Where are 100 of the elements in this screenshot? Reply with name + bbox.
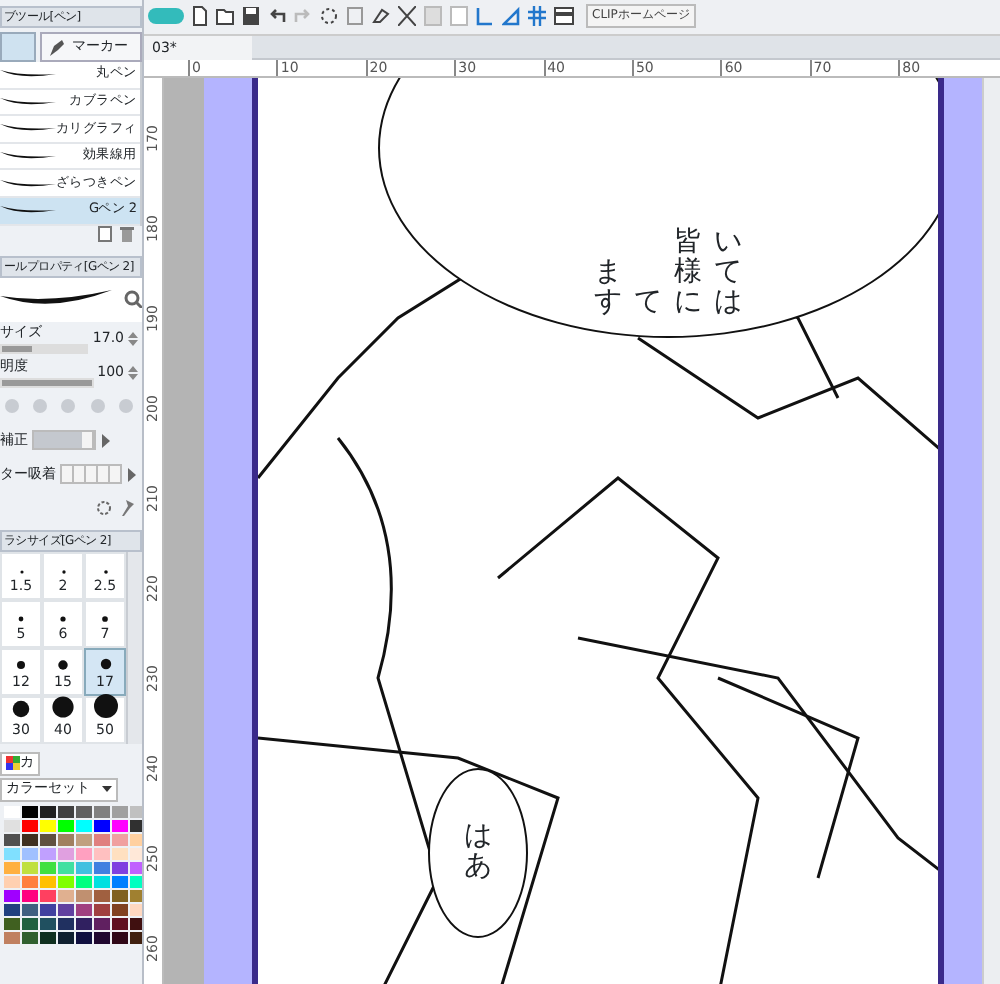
color-swatch[interactable]: [4, 917, 20, 930]
color-swatch[interactable]: [130, 875, 142, 888]
color-swatch[interactable]: [4, 805, 20, 818]
trash-icon: [120, 225, 134, 242]
color-swatch[interactable]: [76, 889, 92, 902]
panel-tab[interactable]: [0, 32, 36, 62]
scrollbar[interactable]: [140, 62, 142, 226]
color-swatch[interactable]: [76, 875, 92, 888]
color-swatch[interactable]: [112, 917, 128, 930]
color-swatch[interactable]: [22, 889, 38, 902]
color-swatch[interactable]: [4, 931, 20, 944]
color-swatch[interactable]: [22, 861, 38, 874]
color-swatch[interactable]: [94, 819, 110, 832]
color-swatch[interactable]: [58, 833, 74, 846]
display-icon[interactable]: [554, 6, 578, 27]
color-swatch[interactable]: [130, 917, 142, 930]
color-swatch[interactable]: [130, 861, 142, 874]
scrollbar[interactable]: [126, 551, 142, 744]
save-icon[interactable]: [242, 6, 260, 27]
color-swatch[interactable]: [40, 833, 56, 846]
color-swatch[interactable]: [4, 875, 20, 888]
color-swatch[interactable]: [94, 931, 110, 944]
new-file-icon[interactable]: [192, 6, 208, 27]
color-swatch[interactable]: [58, 847, 74, 860]
folder-icon[interactable]: [216, 6, 234, 27]
selection-icon[interactable]: [320, 6, 338, 27]
color-swatch[interactable]: [94, 833, 110, 846]
color-swatch[interactable]: [40, 875, 56, 888]
step-track[interactable]: [60, 464, 122, 485]
frame-icon[interactable]: [450, 6, 468, 27]
color-swatch[interactable]: [112, 931, 128, 944]
color-swatch[interactable]: [94, 875, 110, 888]
color-swatch[interactable]: [76, 917, 92, 930]
color-swatch[interactable]: [4, 861, 20, 874]
color-swatch[interactable]: [130, 805, 142, 818]
color-swatch[interactable]: [112, 805, 128, 818]
color-swatch[interactable]: [130, 847, 142, 860]
color-swatch[interactable]: [40, 805, 56, 818]
brush-stroke-icon: [0, 152, 56, 161]
color-swatch[interactable]: [22, 875, 38, 888]
color-swatch[interactable]: [4, 889, 20, 902]
color-swatch[interactable]: [112, 875, 128, 888]
color-swatch[interactable]: [76, 819, 92, 832]
color-swatch[interactable]: [58, 931, 74, 944]
color-swatch[interactable]: [40, 819, 56, 832]
color-swatch[interactable]: [112, 819, 128, 832]
color-swatch[interactable]: [94, 847, 110, 860]
brush-stroke-icon: [0, 70, 56, 79]
color-swatch[interactable]: [58, 861, 74, 874]
color-swatch[interactable]: [4, 903, 20, 916]
ruler-icon[interactable]: [476, 6, 494, 27]
scrollbar[interactable]: [982, 77, 1000, 984]
grid-icon[interactable]: [528, 6, 546, 27]
color-swatch[interactable]: [22, 819, 38, 832]
color-swatch[interactable]: [130, 833, 142, 846]
color-swatch[interactable]: [76, 833, 92, 846]
color-swatch[interactable]: [76, 861, 92, 874]
color-swatch[interactable]: [76, 847, 92, 860]
color-swatch[interactable]: [58, 889, 74, 902]
color-swatch[interactable]: [112, 833, 128, 846]
color-swatch[interactable]: [22, 805, 38, 818]
color-swatch[interactable]: [40, 931, 56, 944]
perspective-icon[interactable]: [502, 6, 520, 27]
color-swatch[interactable]: [4, 847, 20, 860]
color-swatch[interactable]: [94, 861, 110, 874]
color-swatch[interactable]: [22, 903, 38, 916]
color-swatch[interactable]: [94, 903, 110, 916]
color-swatch[interactable]: [22, 931, 38, 944]
color-swatch[interactable]: [94, 917, 110, 930]
color-swatch[interactable]: [22, 847, 38, 860]
color-swatch[interactable]: [94, 805, 110, 818]
color-swatch[interactable]: [58, 805, 74, 818]
color-swatch[interactable]: [58, 903, 74, 916]
color-swatch[interactable]: [4, 833, 20, 846]
spin-arrows-icon: [128, 329, 138, 348]
color-swatch[interactable]: [40, 889, 56, 902]
color-swatch[interactable]: [112, 861, 128, 874]
brush-stroke-icon: [0, 179, 56, 188]
color-swatch[interactable]: [58, 875, 74, 888]
color-swatch[interactable]: [130, 931, 142, 944]
color-swatch[interactable]: [22, 917, 38, 930]
color-swatch[interactable]: [130, 903, 142, 916]
color-swatch[interactable]: [112, 847, 128, 860]
color-swatch[interactable]: [76, 903, 92, 916]
color-swatch[interactable]: [94, 889, 110, 902]
color-swatch[interactable]: [130, 889, 142, 902]
color-swatch[interactable]: [76, 805, 92, 818]
color-swatch[interactable]: [40, 917, 56, 930]
color-swatch[interactable]: [112, 903, 128, 916]
color-swatch[interactable]: [4, 819, 20, 832]
color-swatch[interactable]: [22, 833, 38, 846]
color-swatch[interactable]: [40, 903, 56, 916]
color-swatch[interactable]: [40, 861, 56, 874]
color-swatch[interactable]: [58, 819, 74, 832]
color-swatch[interactable]: [112, 889, 128, 902]
color-swatch[interactable]: [58, 917, 74, 930]
undo-icon[interactable]: [268, 6, 286, 27]
color-swatch[interactable]: [40, 847, 56, 860]
color-swatch[interactable]: [130, 819, 142, 832]
color-swatch[interactable]: [76, 931, 92, 944]
